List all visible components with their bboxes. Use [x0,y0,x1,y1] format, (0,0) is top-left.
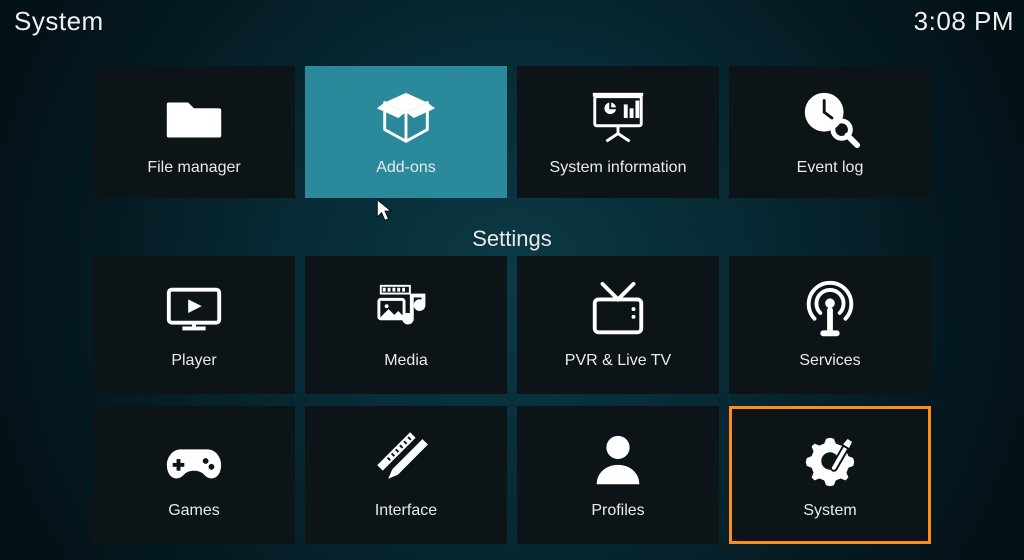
tile-player[interactable]: Player [93,256,295,394]
tile-label: Services [799,352,860,370]
tile-label: Games [168,502,220,520]
media-collection-icon [371,280,441,342]
tile-label: Event log [797,159,864,177]
tile-label: System [803,502,856,520]
tile-label: File manager [147,159,240,177]
tile-label: Media [384,352,428,370]
tile-games[interactable]: Games [93,406,295,544]
open-box-icon [371,87,441,149]
settings-row-2: Games Interface Profiles [0,406,1024,544]
tile-label: Profiles [591,502,644,520]
clock-search-icon [795,87,865,149]
page-title: System [14,6,104,37]
gear-tool-icon [795,430,865,492]
tile-system-information[interactable]: System information [517,66,719,198]
monitor-play-icon [159,280,229,342]
tile-profiles[interactable]: Profiles [517,406,719,544]
tile-label: Add-ons [376,159,436,177]
top-row: File manager Add-ons System information [0,66,1024,198]
tv-antenna-icon [583,280,653,342]
tile-file-manager[interactable]: File manager [93,66,295,198]
tile-services[interactable]: Services [729,256,931,394]
tile-pvr-live-tv[interactable]: PVR & Live TV [517,256,719,394]
person-icon [583,430,653,492]
clock: 3:08 PM [914,6,1014,37]
tile-system[interactable]: System [729,406,931,544]
pencil-ruler-icon [371,430,441,492]
tile-label: Player [171,352,216,370]
tile-interface[interactable]: Interface [305,406,507,544]
folder-icon [159,87,229,149]
mouse-cursor-icon [376,199,394,223]
broadcast-icon [795,280,865,342]
presentation-chart-icon [583,87,653,149]
tile-label: System information [550,159,687,177]
tile-label: PVR & Live TV [565,352,671,370]
tile-add-ons[interactable]: Add-ons [305,66,507,198]
settings-row-1: Player Media PVR & Live TV [0,256,1024,394]
tile-event-log[interactable]: Event log [729,66,931,198]
topbar: System 3:08 PM [14,6,1014,37]
gamepad-icon [159,430,229,492]
settings-heading: Settings [0,226,1024,252]
tile-label: Interface [375,502,437,520]
tile-media[interactable]: Media [305,256,507,394]
